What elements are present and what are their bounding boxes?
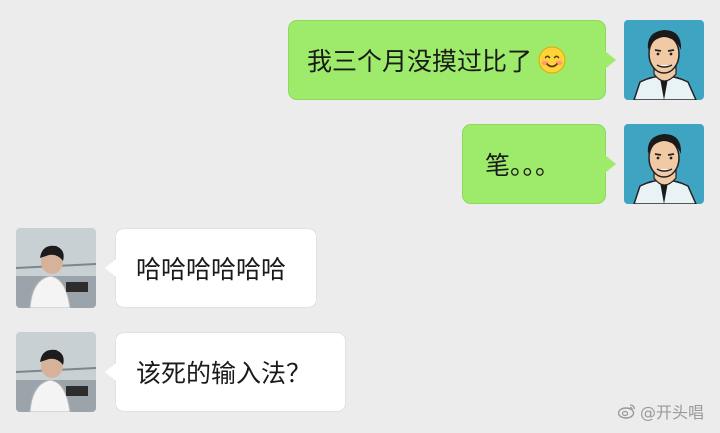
- watermark: @开头唱: [617, 399, 704, 423]
- message-text: 笔。。。: [485, 151, 561, 180]
- avatar-self[interactable]: [624, 124, 704, 204]
- message-text: 我三个月没摸过比了: [307, 47, 533, 76]
- message-bubble-outgoing[interactable]: 笔。。。: [462, 124, 616, 204]
- message-bubble-incoming[interactable]: 该死的输入法？: [105, 332, 346, 412]
- message-text: 哈哈哈哈哈哈: [136, 255, 287, 284]
- avatar-contact[interactable]: [16, 332, 96, 412]
- avatar-self[interactable]: [624, 20, 704, 100]
- watermark-text: @开头唱: [639, 403, 704, 422]
- weibo-icon: [617, 403, 636, 419]
- avatar-contact[interactable]: [16, 228, 96, 308]
- message-text: 该死的输入法？: [136, 359, 312, 388]
- message-bubble-outgoing[interactable]: 我三个月没摸过比了: [288, 20, 616, 100]
- message-bubble-incoming[interactable]: 哈哈哈哈哈哈: [105, 228, 317, 308]
- smiling-blush-emoji-icon: [538, 46, 566, 74]
